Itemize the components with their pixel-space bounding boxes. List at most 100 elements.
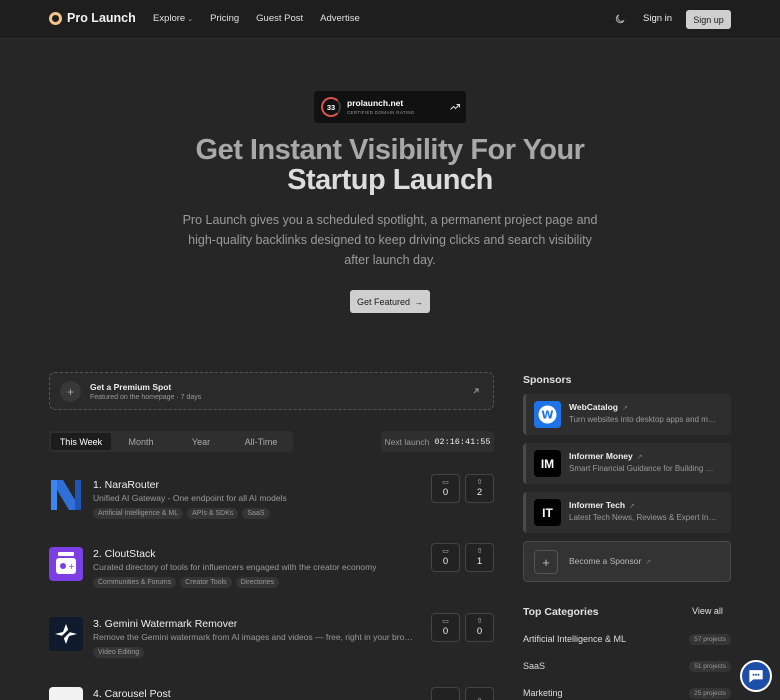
comments-button[interactable]: ▭ 0: [431, 543, 460, 572]
project-row[interactable]: 1. NaraRouter Unified AI Gateway - One e…: [49, 474, 494, 538]
comment-count: 0: [442, 487, 449, 498]
chevron-down-icon: ⌄: [187, 16, 194, 23]
tab-year[interactable]: Year: [171, 433, 231, 450]
become-sponsor-text: Become a Sponsor: [569, 556, 642, 566]
sponsor-card[interactable]: IT Informer Tech ↗ Latest Tech News, Revi…: [523, 492, 731, 533]
upvote-button[interactable]: ⇧: [465, 687, 494, 700]
project-logo: +: [49, 547, 83, 581]
category-item[interactable]: Marketing 25 projects: [523, 688, 731, 700]
arrow-up-icon: ⇧: [476, 548, 483, 555]
comment-icon: ▭: [442, 548, 449, 555]
sponsor-description: Latest Tech News, Reviews & Expert Insig…: [569, 513, 719, 522]
sponsor-logo: IT: [534, 499, 561, 526]
external-link-icon: ↗: [621, 405, 628, 412]
hero-description: Pro Launch gives you a scheduled spotlig…: [182, 213, 598, 267]
domain-rating-badge[interactable]: 33 prolaunch.net CERTIFIED DOMAIN RATING: [314, 91, 466, 123]
project-name[interactable]: 4. Carousel Post: [93, 688, 171, 700]
period-tabs: This Week Month Year All-Time: [49, 431, 293, 452]
comment-count: 0: [442, 626, 449, 637]
category-count: 25 projects: [689, 688, 731, 699]
sponsor-name: WebCatalog ↗: [569, 402, 628, 412]
nav-advertise[interactable]: Advertise: [320, 13, 360, 24]
category-count: 51 projects: [689, 661, 731, 672]
category-name: SaaS: [523, 661, 546, 671]
comments-button[interactable]: ▭: [431, 687, 460, 700]
sponsor-name-text: WebCatalog: [569, 402, 618, 412]
next-launch-countdown: 02:16:41:55: [434, 436, 491, 447]
project-tags: Communities & Forums Creator Tools Direc…: [93, 577, 280, 588]
sign-up-button[interactable]: Sign up: [686, 10, 731, 29]
comments-button[interactable]: ▭ 0: [431, 474, 460, 503]
top-navbar: Pro Launch Explore ⌄ Pricing Guest Post A…: [0, 0, 780, 39]
comments-button[interactable]: ▭ 0: [431, 613, 460, 642]
category-item[interactable]: SaaS 51 projects: [523, 661, 731, 675]
tab-month[interactable]: Month: [111, 433, 171, 450]
external-link-icon: ↗: [645, 559, 652, 566]
nav-pricing[interactable]: Pricing: [210, 13, 239, 24]
nav-explore-label: Explore: [153, 13, 186, 24]
project-tag[interactable]: Video Editing: [93, 647, 145, 658]
category-item[interactable]: Artificial Intelligence & ML 57 projects: [523, 634, 731, 648]
premium-spot-card[interactable]: + Get a Premium Spot Featured on the hom…: [49, 372, 494, 410]
project-logo: [49, 478, 83, 512]
sign-in-link[interactable]: Sign in: [643, 13, 672, 24]
get-featured-label: Get Featured: [356, 296, 411, 307]
project-tag[interactable]: APIs & SDKs: [187, 508, 239, 519]
upvote-button[interactable]: ⇧ 0: [465, 613, 494, 642]
sponsor-card[interactable]: W WebCatalog ↗ Turn websites into desktop…: [523, 394, 731, 435]
become-sponsor-label: Become a Sponsor ↗: [569, 556, 651, 566]
tab-this-week[interactable]: This Week: [51, 433, 111, 450]
get-featured-button[interactable]: Get Featured →: [350, 290, 430, 313]
tab-all-time[interactable]: All-Time: [231, 433, 291, 450]
category-name: Marketing: [523, 688, 563, 698]
sponsor-name: Informer Money ↗: [569, 451, 643, 461]
project-logo: [49, 687, 83, 700]
upvote-button[interactable]: ⇧ 2: [465, 474, 494, 503]
rating-score: 33: [321, 97, 341, 117]
project-row[interactable]: 3. Gemini Watermark Remover Remove the G…: [49, 613, 494, 677]
next-launch-label: Next launch: [384, 436, 430, 447]
become-sponsor-button[interactable]: + Become a Sponsor ↗: [523, 541, 731, 582]
brand-name: Pro Launch: [67, 11, 136, 25]
project-tag[interactable]: Creator Tools: [180, 577, 232, 588]
project-description: Unified AI Gateway - One endpoint for al…: [93, 493, 287, 503]
comment-icon: ▭: [442, 618, 449, 625]
project-tag[interactable]: Communities & Forums: [93, 577, 177, 588]
project-name[interactable]: 1. NaraRouter: [93, 479, 159, 491]
chat-widget-button[interactable]: [740, 660, 772, 692]
project-tags: Video Editing: [93, 647, 145, 658]
brand-logo[interactable]: Pro Launch: [49, 11, 136, 25]
sponsor-logo-text: W: [541, 409, 553, 422]
main-nav: Explore ⌄ Pricing Guest Post Advertise: [153, 13, 360, 24]
external-link-icon: ↗: [636, 454, 643, 461]
sponsor-card[interactable]: IM Informer Money ↗ Smart Financial Guida…: [523, 443, 731, 484]
project-name[interactable]: 3. Gemini Watermark Remover: [93, 618, 237, 630]
comment-icon: ▭: [442, 479, 449, 486]
project-logo: [49, 617, 83, 651]
nav-explore[interactable]: Explore ⌄: [153, 13, 193, 24]
upvote-count: 1: [476, 556, 483, 567]
project-row[interactable]: + 2. CloutStack Curated directory of too…: [49, 543, 494, 607]
arrow-up-icon: ⇧: [476, 479, 483, 486]
hero-title-line2: Startup Launch: [287, 164, 493, 196]
project-name[interactable]: 2. CloutStack: [93, 548, 155, 560]
rating-domain: prolaunch.net: [347, 98, 404, 108]
premium-subtitle: Featured on the homepage · 7 days: [90, 394, 202, 401]
project-row[interactable]: 4. Carousel Post ▭ ⇧: [49, 687, 494, 700]
project-tag[interactable]: SaaS: [242, 508, 270, 519]
view-all-link[interactable]: View all: [692, 606, 723, 616]
arrow-right-icon: →: [414, 296, 424, 307]
sponsor-name-text: Informer Money: [569, 451, 633, 461]
external-link-icon: ↗: [629, 503, 635, 510]
trending-up-icon: [450, 104, 460, 110]
nav-guest-post[interactable]: Guest Post: [256, 13, 303, 24]
upvote-button[interactable]: ⇧ 1: [465, 543, 494, 572]
project-tag[interactable]: Directories: [235, 577, 280, 588]
hero-title: Get Instant Visibility For Your Startup …: [140, 135, 640, 195]
moon-icon[interactable]: [614, 13, 626, 25]
arrow-up-icon: ⇧: [476, 618, 483, 625]
project-tag[interactable]: Artificial Intelligence & ML: [93, 508, 184, 519]
project-tags: Artificial Intelligence & ML APIs & SDKs…: [93, 508, 270, 519]
project-description: Curated directory of tools for influence…: [93, 562, 377, 572]
project-description: Remove the Gemini watermark from AI imag…: [93, 632, 418, 642]
